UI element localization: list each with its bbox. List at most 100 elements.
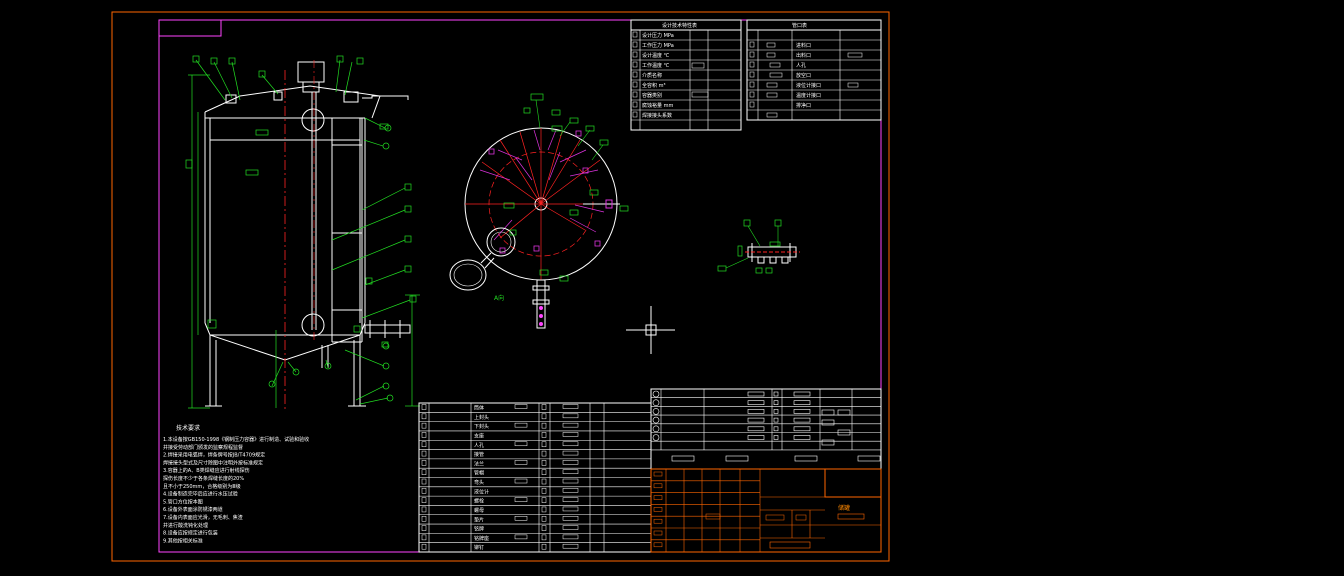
revision-cell (747, 426, 765, 432)
note-line: 7.设备内表面应光滑，无毛刺、焦渣 (163, 514, 243, 521)
spec-row-index (632, 81, 638, 88)
parts-row-material (562, 516, 579, 521)
nozzle-row-index (749, 61, 755, 68)
revision-footer-cell (857, 455, 881, 462)
parts-row-material (562, 506, 579, 512)
parts-row-index (421, 478, 427, 485)
spec-row-label: 腐蚀裕量 mm (642, 102, 673, 109)
revision-cell (821, 439, 835, 446)
parts-row-label: 铭牌 (474, 526, 484, 533)
spec-row-label: 介质名称 (642, 72, 662, 79)
spec-row-label: 设计温度 ℃ (642, 52, 670, 59)
parts-row-standard (514, 422, 528, 428)
nozzle-row-index (749, 91, 755, 98)
parts-row-material (562, 543, 579, 549)
revision-cell (821, 409, 835, 416)
note-line: 6.设备外表面涂防锈漆两道 (163, 506, 223, 513)
spec-row-label: 容器类别 (642, 92, 662, 99)
note-line: 2.焊接采用电弧焊，焊条牌号按JB/T4709规定 (163, 452, 265, 459)
parts-row-material (562, 469, 579, 474)
spec-row-index (632, 41, 638, 48)
note-line: 5.管口方位按本图 (163, 498, 203, 505)
spec-row-label: 工作温度 ℃ (642, 62, 670, 69)
revision-cell (747, 435, 765, 440)
parts-row-material (562, 422, 579, 428)
parts-row-index (421, 460, 427, 466)
parts-row-qty (541, 469, 547, 475)
spec-row-index (632, 71, 638, 78)
spec-row-label: 焊接接头系数 (642, 112, 672, 119)
nozzle-row-label: 进料口 (796, 42, 811, 49)
cad-drawing-sheet[interactable]: A向 设计技术特性表 设计压力 MPa工作压力 MPa设计温度 ℃工作温度 ℃介… (0, 0, 1344, 576)
revision-cell (773, 391, 779, 397)
tank-elevation-view (204, 61, 411, 407)
nozzle-row-label: 人孔 (796, 62, 806, 69)
spec-row-index (632, 91, 638, 98)
parts-row-label: 上封头 (474, 414, 489, 421)
parts-row-label: 螺栓 (474, 498, 484, 505)
nozzle-table-title: 管口表 (792, 22, 807, 29)
parts-row-index (421, 422, 427, 429)
note-line: 9.其他按相关标准 (163, 537, 203, 544)
note-line: 1.本设备按GB150-1998《钢制压力容器》进行制造、试验和验收 (163, 436, 309, 443)
parts-row-qty (541, 525, 547, 531)
revision-index-icon (652, 416, 660, 424)
spec-row-index (632, 111, 638, 118)
revision-footer-cell (794, 455, 818, 462)
revision-index-icon (652, 390, 660, 398)
parts-row-qty (541, 413, 547, 420)
spec-row-label: 全容积 m³ (642, 82, 665, 89)
title-block-cell (653, 495, 663, 500)
parts-row-index (421, 497, 427, 503)
parts-row-index (421, 516, 427, 522)
parts-row-qty (541, 478, 547, 485)
parts-row-standard (514, 460, 528, 465)
parts-row-label: 管帽 (474, 470, 484, 477)
parts-row-material (562, 441, 579, 447)
revision-cell (747, 400, 765, 406)
note-line: 8.设备应按规定进行包装 (163, 530, 218, 537)
note-line: 并接受劳动部门颁发的监察规程监督 (163, 444, 243, 451)
parts-row-qty (541, 488, 547, 494)
revision-cell (793, 417, 811, 423)
parts-row-material (562, 488, 579, 493)
parts-row-index (421, 450, 427, 457)
revision-cell (793, 435, 811, 440)
parts-row-index (421, 525, 427, 531)
crosshair-cursor-icon (626, 306, 675, 354)
parts-row-label: 铆钉 (474, 544, 484, 551)
revision-cell (821, 419, 835, 426)
revision-cell (747, 391, 765, 397)
parts-row-index (421, 534, 427, 541)
note-line: 且不小于250mm，合格级别为Ⅲ级 (163, 483, 241, 490)
notes-header: 技术要求 (176, 424, 200, 432)
revision-cell (793, 400, 811, 406)
parts-row-label: 液位计 (474, 488, 489, 495)
title-block-cell (653, 518, 663, 524)
parts-row-qty (541, 441, 547, 448)
spec-table-title: 设计技术特性表 (662, 22, 697, 29)
nozzle-row-label: 放空口 (796, 72, 811, 79)
parts-row-index (421, 432, 427, 438)
parts-row-qty (541, 404, 547, 410)
parts-row-standard (514, 534, 528, 540)
revision-index-icon (652, 425, 660, 433)
title-block-cell (653, 507, 663, 512)
parts-row-standard (514, 441, 528, 447)
spec-table-rows: 设计压力 MPa 工作压力 MPa 设计温度 ℃ 工作温度 ℃ 介质名称全容积 m³ 容器… (632, 31, 674, 119)
revision-cell (747, 409, 765, 414)
revision-footer-cell (725, 455, 749, 462)
title-block-cell (765, 514, 785, 521)
spec-table: 设计技术特性表 设计压力 MPa 工作压力 MPa 设计温度 ℃ 工作温度 ℃ 介质名称… (630, 19, 742, 131)
nozzle-row-label: 排净口 (796, 102, 811, 109)
revision-footer-cell (671, 455, 695, 462)
title-block-cell (653, 471, 663, 477)
parts-row-material (562, 478, 579, 484)
view-label-a: A向 (494, 294, 504, 302)
nozzle-table: 管口表 进料口出料口人孔放空口液位计接口温度计接口排净口 (746, 19, 882, 121)
tank-plan-view: A向 (449, 93, 629, 329)
drawing-number-box (158, 19, 222, 37)
nozzle-row-index (749, 81, 755, 88)
parts-row-qty (541, 506, 547, 513)
parts-row-material (562, 404, 579, 409)
